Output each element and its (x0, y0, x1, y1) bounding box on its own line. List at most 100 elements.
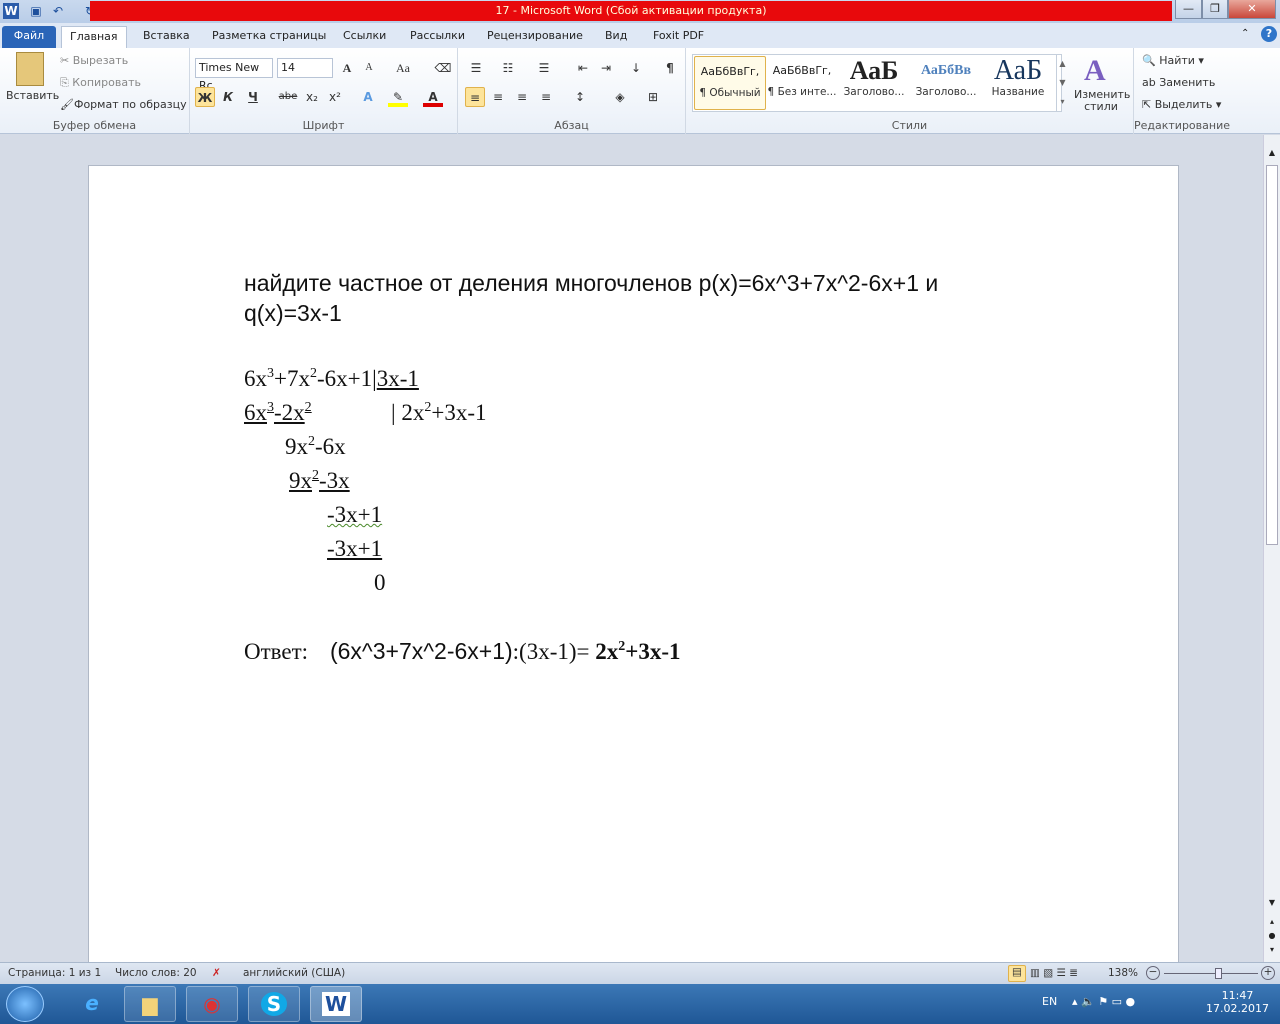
tab-view[interactable]: Вид (597, 26, 635, 48)
proofing-icon[interactable]: ✗ (212, 967, 221, 979)
answer-expression: (6x^3+7x^2-6x+1) (329, 638, 513, 664)
font-color-icon[interactable]: A (423, 87, 443, 107)
sort-icon[interactable]: ↓ (626, 58, 646, 78)
scroll-down-icon[interactable]: ▼ (1265, 895, 1279, 911)
minimize-button[interactable]: — (1175, 0, 1202, 19)
show-marks-button[interactable]: ¶ (660, 58, 680, 78)
answer-divisor: :(3x-1)= (512, 639, 596, 664)
borders-icon[interactable]: ⊞ (643, 87, 663, 107)
division-line: 0 (374, 570, 386, 596)
collapse-ribbon-icon[interactable]: ⌃ (1241, 28, 1249, 39)
math-text: 9x (285, 434, 308, 459)
print-layout-button[interactable]: ▤ (1008, 965, 1026, 982)
zoom-in-button[interactable]: + (1261, 966, 1275, 980)
style-normal[interactable]: АаБбВвГг, ¶ Обычный (694, 56, 766, 110)
skype-icon[interactable]: S (248, 986, 300, 1022)
tab-file[interactable]: Файл (2, 26, 56, 48)
close-button[interactable]: ✕ (1228, 0, 1276, 19)
strikethrough-button[interactable]: abe (278, 87, 298, 107)
font-size-select[interactable]: 14 (277, 58, 333, 78)
clock-date: 17.02.2017 (1206, 1002, 1269, 1015)
scrollbar-thumb[interactable] (1266, 165, 1278, 545)
style-title[interactable]: АаБ Название (982, 56, 1054, 110)
word-count[interactable]: Число слов: 20 (115, 967, 197, 979)
undo-icon[interactable]: ↶ (50, 3, 66, 19)
find-button[interactable]: 🔍 Найти ▾ (1142, 54, 1204, 67)
clipboard-group-label: Буфер обмена (52, 119, 137, 132)
clear-formatting-icon[interactable]: ⌫ (433, 58, 453, 78)
multilevel-list-icon[interactable]: ☰ (534, 58, 554, 78)
style-heading-2[interactable]: АаБбВв Заголово... (910, 56, 982, 110)
task-line-1: найдите частное от деления многочленов p… (244, 270, 939, 296)
tab-mailings[interactable]: Рассылки (402, 26, 473, 48)
subscript-button[interactable]: x₂ (302, 87, 322, 107)
zoom-level[interactable]: 138% (1108, 967, 1138, 979)
clock[interactable]: 11:47 17.02.2017 (1206, 989, 1269, 1015)
word-icon[interactable]: W (3, 3, 19, 19)
italic-button[interactable]: К (218, 87, 238, 107)
align-center-button[interactable]: ≡ (488, 87, 508, 107)
help-icon[interactable]: ? (1261, 26, 1277, 42)
align-right-button[interactable]: ≡ (512, 87, 532, 107)
justify-button[interactable]: ≡ (536, 87, 556, 107)
decrease-indent-icon[interactable]: ⇤ (573, 58, 593, 78)
line-spacing-icon[interactable]: ↕ (570, 87, 590, 107)
tab-foxit-pdf[interactable]: Foxit PDF (645, 26, 712, 48)
font-name-select[interactable]: Times New Rc (195, 58, 273, 92)
start-button[interactable] (6, 986, 44, 1022)
browse-object-icons[interactable]: ▴ ● ▾ (1265, 915, 1279, 957)
change-case-icon[interactable]: Aa (393, 58, 413, 78)
shrink-font-icon[interactable]: A (359, 58, 379, 78)
tab-page-layout[interactable]: Разметка страницы (204, 26, 334, 48)
numbering-icon[interactable]: ☷ (498, 58, 518, 78)
view-buttons[interactable]: ▥ ▧ ☰ ≣ (1030, 967, 1078, 979)
shading-icon[interactable]: ◈ (610, 87, 630, 107)
exponent: 2 (308, 434, 315, 449)
bold-button[interactable]: Ж (195, 87, 215, 107)
style-heading-1[interactable]: АаБ Заголово... (838, 56, 910, 110)
style-no-spacing[interactable]: АаБбВвГг, ¶ Без инте... (766, 56, 838, 110)
paste-button[interactable]: Вставить (6, 89, 59, 102)
word-taskbar-icon[interactable]: W (310, 986, 362, 1022)
restore-button[interactable]: ❐ (1202, 0, 1228, 19)
change-styles-button[interactable]: Изменить стили (1074, 89, 1130, 113)
window-title: 17 - Microsoft Word (Сбой активации прод… (90, 1, 1172, 21)
style-preview: АаБбВвГг, (772, 64, 832, 77)
language-indicator[interactable]: EN (1042, 995, 1057, 1008)
increase-indent-icon[interactable]: ⇥ (596, 58, 616, 78)
zoom-out-button[interactable]: − (1146, 966, 1160, 980)
zoom-slider[interactable] (1164, 973, 1258, 974)
page-count[interactable]: Страница: 1 из 1 (8, 967, 101, 979)
find-label: Найти (1159, 54, 1195, 67)
tray-icons[interactable]: ▴ 🔈 ⚑ ▭ ● (1072, 995, 1135, 1008)
internet-explorer-icon[interactable]: e (66, 986, 118, 1022)
highlight-icon[interactable]: ✎ (388, 87, 408, 107)
zoom-slider-thumb[interactable] (1215, 968, 1223, 979)
exponent: 3 (267, 400, 274, 415)
chrome-icon[interactable]: ◉ (186, 986, 238, 1022)
tab-review[interactable]: Рецензирование (479, 26, 591, 48)
scroll-up-icon[interactable]: ▲ (1265, 145, 1279, 161)
tab-insert[interactable]: Вставка (135, 26, 198, 48)
grow-font-icon[interactable]: A (337, 58, 357, 78)
superscript-button[interactable]: x² (325, 87, 345, 107)
save-icon[interactable]: ▣ (28, 3, 44, 19)
align-left-button[interactable]: ≡ (465, 87, 485, 107)
tab-home[interactable]: Главная (61, 26, 127, 48)
select-button[interactable]: ⇱ Выделить ▾ (1142, 98, 1221, 111)
math-text: 0 (374, 570, 386, 595)
text-effects-icon[interactable]: A (358, 87, 378, 107)
format-painter-button[interactable]: 🖌Формат по образцу (60, 98, 187, 111)
cut-button[interactable]: ✂ Вырезать (60, 54, 128, 67)
bullets-icon[interactable]: ☰ (466, 58, 486, 78)
styles-scroll[interactable]: ▲ ▼ ▾ (1056, 54, 1068, 112)
language[interactable]: английский (США) (243, 967, 345, 979)
file-explorer-icon[interactable]: ▆ (124, 986, 176, 1022)
vertical-scrollbar[interactable]: ▲ ▼ ▴ ● ▾ (1263, 135, 1280, 962)
copy-button[interactable]: ⎘ Копировать (60, 76, 141, 90)
style-name: ¶ Без инте... (767, 86, 837, 98)
replace-button[interactable]: ab Заменить (1142, 76, 1215, 89)
underline-button[interactable]: Ч (243, 87, 263, 107)
cut-label: Вырезать (72, 54, 129, 67)
tab-references[interactable]: Ссылки (335, 26, 394, 48)
